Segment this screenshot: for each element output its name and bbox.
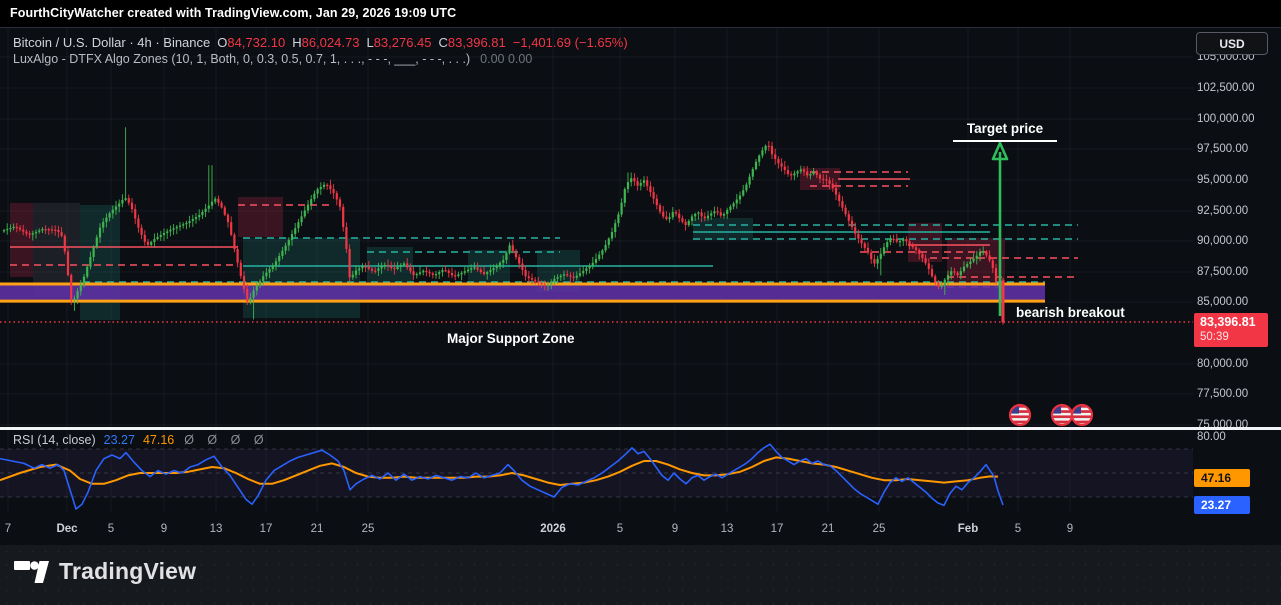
time-tick-label: 5 — [1015, 523, 1021, 535]
time-tick-label: 17 — [260, 523, 273, 535]
pane-separator[interactable] — [0, 427, 1281, 430]
price-tick-label: 92,500.00 — [1197, 205, 1248, 217]
high-label: H — [292, 35, 301, 50]
low-label: L — [366, 35, 373, 50]
close-value: 83,396.81 — [448, 35, 506, 50]
target-price-annotation[interactable]: Target price — [953, 121, 1057, 142]
last-price-value: 83,396.81 — [1200, 315, 1268, 330]
rsi-legend[interactable]: RSI (14, close) 23.27 47.16 Ø Ø Ø Ø — [13, 433, 269, 447]
price-tick-label: 102,500.00 — [1197, 82, 1255, 94]
time-tick-label: Feb — [958, 523, 978, 535]
tradingview-watermark[interactable]: TradingView — [14, 556, 196, 586]
rsi-axis-label-80: 80.00 — [1197, 431, 1226, 443]
time-tick-label: 5 — [108, 523, 114, 535]
price-tick-label: 97,500.00 — [1197, 143, 1248, 155]
time-tick-label: 9 — [161, 523, 167, 535]
indicator-legend[interactable]: LuxAlgo - DTFX Algo Zones (10, 1, Both, … — [13, 52, 532, 66]
close-label: C — [439, 35, 448, 50]
time-tick-label: 25 — [873, 523, 886, 535]
time-tick-label: 7 — [5, 523, 11, 535]
attribution-text: FourthCityWatcher created with TradingVi… — [10, 6, 456, 20]
price-tick-label: 90,000.00 — [1197, 235, 1248, 247]
bearish-breakout-annotation[interactable]: bearish breakout — [1016, 305, 1125, 320]
time-tick-label: Dec — [56, 523, 77, 535]
time-tick-label: 17 — [771, 523, 784, 535]
last-price-label: 83,396.81 50:39 — [1194, 313, 1268, 347]
change-value: −1,401.69 (−1.65%) — [513, 35, 628, 50]
time-tick-label: 2026 — [540, 523, 566, 535]
rsi-pane — [0, 444, 1193, 509]
symbol-title: Bitcoin / U.S. Dollar · 4h · Binance — [13, 35, 210, 50]
rsi-ma-price-label: 47.16 — [1194, 469, 1250, 487]
attribution-bar: FourthCityWatcher created with TradingVi… — [0, 0, 1281, 27]
low-value: 83,276.45 — [374, 35, 432, 50]
support-zone-annotation[interactable]: Major Support Zone — [447, 331, 575, 346]
rsi-null-values: Ø Ø Ø Ø — [184, 433, 268, 447]
time-tick-label: 21 — [311, 523, 324, 535]
price-chart-canvas[interactable] — [0, 0, 1281, 605]
pane-top-border — [0, 27, 1281, 28]
price-tick-label: 100,000.00 — [1197, 113, 1255, 125]
time-tick-label: 13 — [210, 523, 223, 535]
tradingview-chart-window: FourthCityWatcher created with TradingVi… — [0, 0, 1281, 605]
time-tick-label: 21 — [822, 523, 835, 535]
price-tick-label: 80,000.00 — [1197, 358, 1248, 370]
price-tick-label: 87,500.00 — [1197, 266, 1248, 278]
rsi-value: 23.27 — [104, 433, 135, 447]
tradingview-logo-icon — [14, 556, 50, 586]
rsi-ma-value: 47.16 — [143, 433, 174, 447]
time-tick-label: 5 — [617, 523, 623, 535]
price-tick-label: 85,000.00 — [1197, 296, 1248, 308]
symbol-legend[interactable]: Bitcoin / U.S. Dollar · 4h · Binance O84,… — [13, 35, 628, 50]
bar-countdown: 50:39 — [1200, 330, 1268, 345]
time-tick-label: 9 — [672, 523, 678, 535]
time-tick-label: 25 — [362, 523, 375, 535]
bottom-bar: TradingView — [0, 545, 1281, 605]
price-tick-label: 95,000.00 — [1197, 174, 1248, 186]
major-support-zone — [0, 284, 1045, 301]
tradingview-brand-text: TradingView — [59, 558, 196, 585]
rsi-title: RSI (14, close) — [13, 433, 96, 447]
high-value: 86,024.73 — [302, 35, 360, 50]
rsi-current-price-label: 23.27 — [1194, 496, 1250, 514]
currency-toggle-button[interactable]: USD — [1196, 32, 1268, 55]
indicator-values: 0.00 0.00 — [480, 52, 532, 66]
price-tick-label: 77,500.00 — [1197, 388, 1248, 400]
time-tick-label: 9 — [1067, 523, 1073, 535]
open-label: O — [217, 35, 227, 50]
indicator-title: LuxAlgo - DTFX Algo Zones (10, 1, Both, … — [13, 52, 470, 66]
open-value: 84,732.10 — [227, 35, 285, 50]
time-tick-label: 13 — [721, 523, 734, 535]
